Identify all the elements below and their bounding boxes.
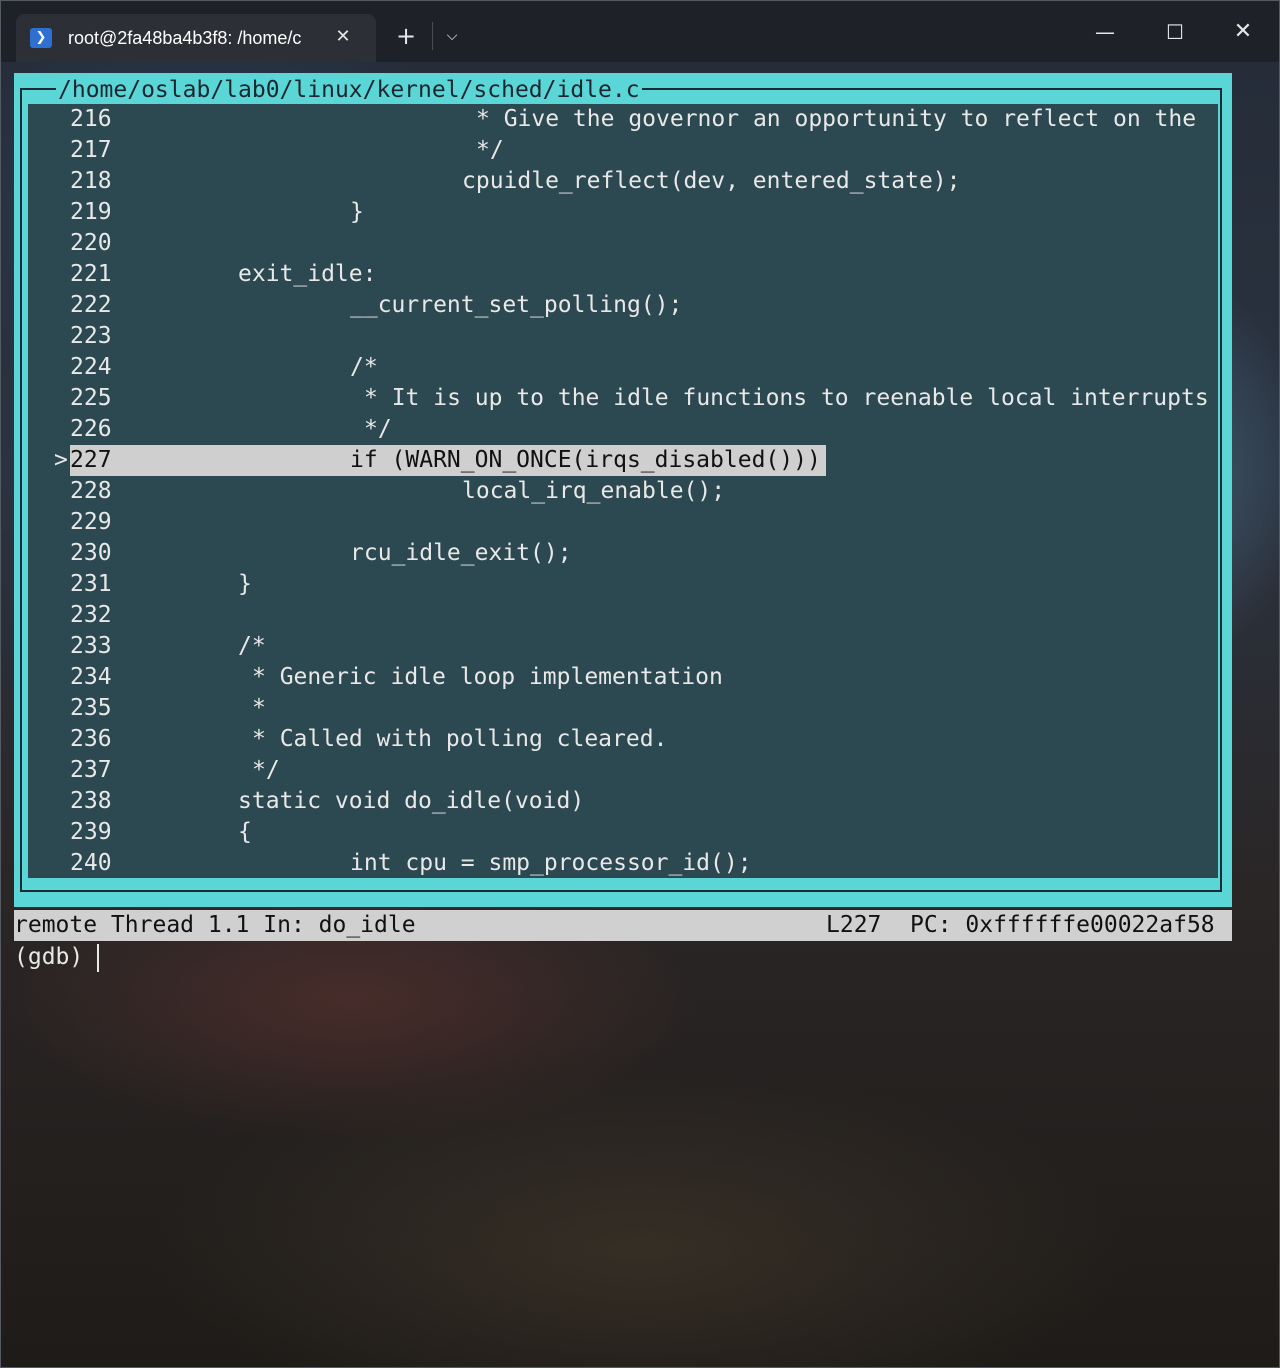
line-number: 235 (70, 695, 112, 721)
status-thread-info: remote Thread 1.1 In: do_idle (14, 912, 416, 938)
code-text: * Give the governor an opportunity to re… (476, 106, 1197, 132)
line-number: 236 (70, 726, 112, 752)
chevron-down-icon[interactable]: ⌵ (440, 22, 464, 50)
code-text: * (252, 695, 266, 721)
code-text: */ (364, 416, 392, 442)
source-line-current: >227 if (WARN_ON_ONCE(irqs_disabled())) (28, 445, 1218, 476)
source-line: 239 { (28, 817, 1218, 848)
source-line: 218 cpuidle_reflect(dev, entered_state); (28, 166, 1218, 197)
source-line: 231} (28, 569, 1218, 600)
code-text: */ (252, 757, 280, 783)
source-line: 229 (28, 507, 1218, 538)
code-text: int cpu = smp_processor_id(); (350, 850, 752, 876)
line-number: 220 (70, 230, 112, 256)
code-text: * Generic idle loop implementation (252, 664, 723, 690)
line-number: 240 (70, 850, 112, 876)
source-line: 224 /* (28, 352, 1218, 383)
source-code-view[interactable]: 216 * Give the governor an opportunity to… (28, 104, 1218, 878)
line-number: 217 (70, 137, 112, 163)
close-window-button[interactable]: ✕ (1226, 16, 1260, 48)
close-tab-icon[interactable]: ✕ (332, 24, 354, 50)
code-text: __current_set_polling(); (350, 292, 683, 318)
line-number: 219 (70, 199, 112, 225)
line-number: 221 (70, 261, 112, 287)
source-line: 225 * It is up to the idle functions to r… (28, 383, 1218, 414)
tab-title: root@2fa48ba4b3f8: /home/c (68, 28, 302, 48)
line-number: 222 (70, 292, 112, 318)
code-text: exit_idle: (238, 261, 377, 287)
source-line: 216 * Give the governor an opportunity to… (28, 104, 1218, 135)
source-line: 236 * Called with polling cleared. (28, 724, 1218, 755)
code-text: static void do_idle(void) (238, 788, 585, 814)
terminal-tab[interactable]: ❯ root@2fa48ba4b3f8: /home/c ✕ (16, 14, 376, 62)
code-text: */ (476, 137, 504, 163)
line-number: 223 (70, 323, 112, 349)
source-line: 230 rcu_idle_exit(); (28, 538, 1218, 569)
line-number: 224 (70, 354, 112, 380)
line-number: 231 (70, 571, 112, 597)
line-number: 229 (70, 509, 112, 535)
line-number: 233 (70, 633, 112, 659)
line-number: 228 (70, 478, 112, 504)
line-number: 225 (70, 385, 112, 411)
code-text: } (350, 199, 364, 225)
text-cursor (97, 944, 99, 972)
source-line: 226 */ (28, 414, 1218, 445)
toolbar-divider (432, 22, 433, 50)
status-program-counter: PC: 0xffffffe00022af58 (910, 912, 1215, 938)
line-number: 216 (70, 106, 112, 132)
line-number: 232 (70, 602, 112, 628)
source-line: 219} (28, 197, 1218, 228)
source-line: 238 static void do_idle(void) (28, 786, 1218, 817)
code-text: { (238, 819, 252, 845)
code-text: /* (350, 354, 378, 380)
powershell-icon: ❯ (30, 28, 52, 48)
minimize-button[interactable]: — (1088, 16, 1122, 48)
source-line: 232 (28, 600, 1218, 631)
code-text: /* (238, 633, 266, 659)
code-text: if (WARN_ON_ONCE(irqs_disabled())) (350, 447, 821, 473)
line-number: 226 (70, 416, 112, 442)
source-line: 223 (28, 321, 1218, 352)
status-line-number: L227 (826, 912, 882, 938)
execution-marker: > (54, 447, 68, 473)
gdb-prompt[interactable]: (gdb) (14, 942, 97, 973)
line-number: 234 (70, 664, 112, 690)
source-line: 237 */ (28, 755, 1218, 786)
code-text: local_irq_enable(); (462, 478, 726, 504)
line-number: 239 (70, 819, 112, 845)
source-line: 221 exit_idle: (28, 259, 1218, 290)
source-line: 234 * Generic idle loop implementation (28, 662, 1218, 693)
line-number: 218 (70, 168, 112, 194)
code-text: } (238, 571, 252, 597)
source-file-path: /home/oslab/lab0/linux/kernel/sched/idle… (56, 76, 642, 104)
line-number: 237 (70, 757, 112, 783)
gdb-status-bar: remote Thread 1.1 In: do_idle L227 PC: 0… (14, 910, 1232, 941)
line-number: 227 (70, 447, 112, 473)
maximize-button[interactable]: ☐ (1158, 16, 1192, 48)
line-number: 230 (70, 540, 112, 566)
source-line: 222 __current_set_polling(); (28, 290, 1218, 321)
source-line: 233 /* (28, 631, 1218, 662)
code-text: cpuidle_reflect(dev, entered_state); (462, 168, 961, 194)
code-text: * It is up to the idle functions to reen… (364, 385, 1209, 411)
code-text: rcu_idle_exit(); (350, 540, 572, 566)
title-bar: ❯ root@2fa48ba4b3f8: /home/c ✕ + ⌵ — ☐ ✕ (0, 0, 1280, 62)
line-number: 238 (70, 788, 112, 814)
source-line: 240 int cpu = smp_processor_id(); (28, 848, 1218, 878)
source-line: 220 (28, 228, 1218, 259)
source-line: 228 local_irq_enable(); (28, 476, 1218, 507)
code-text: * Called with polling cleared. (252, 726, 668, 752)
source-line: 235 * (28, 693, 1218, 724)
source-line: 217 */ (28, 135, 1218, 166)
new-tab-button[interactable]: + (390, 20, 422, 52)
